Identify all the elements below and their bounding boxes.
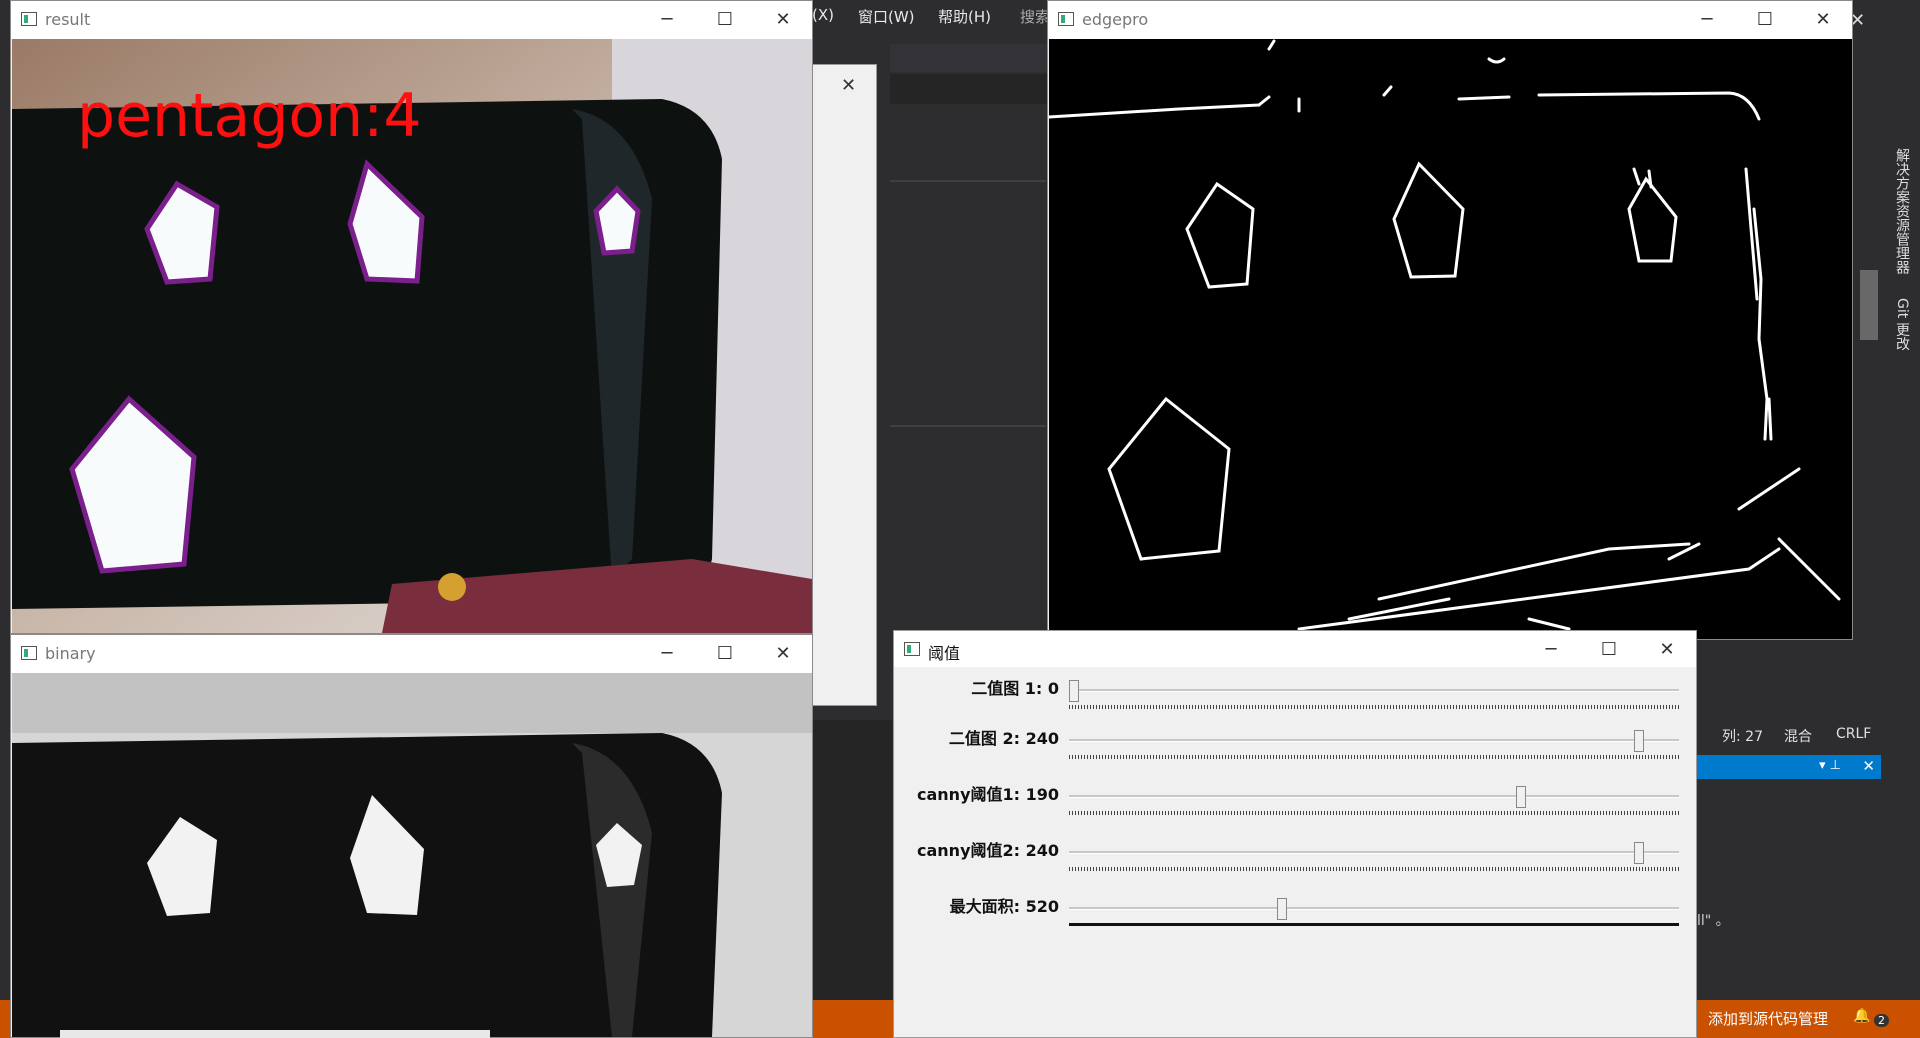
window-app-icon: [1058, 12, 1074, 26]
trackbar-label: canny阈值1: 190: [917, 785, 1059, 804]
ide-divider: [890, 180, 1046, 182]
menu-help[interactable]: 帮助(H): [938, 6, 991, 27]
menu-search[interactable]: 搜索: [1020, 6, 1050, 27]
ide-toolbar: [890, 44, 1050, 72]
maximize-button[interactable]: ☐: [1580, 631, 1638, 669]
binary-title: binary: [45, 644, 96, 663]
edgepro-titlebar[interactable]: edgepro ─ ☐ ✕: [1048, 1, 1852, 39]
minimize-button[interactable]: ─: [1522, 631, 1580, 669]
side-tab-solution-explorer[interactable]: 解决方案资源管理器: [1892, 148, 1912, 274]
pin-icon[interactable]: ▾ ⊥: [1819, 758, 1841, 773]
trackbar-groove[interactable]: [1069, 795, 1679, 798]
scrollbar-thumb[interactable]: [1860, 270, 1878, 340]
bell-icon[interactable]: 🔔: [1853, 1008, 1870, 1024]
trackbar-thumb[interactable]: [1633, 842, 1644, 864]
edgepro-image: [1049, 39, 1852, 639]
status-col: 列: 27: [1722, 729, 1763, 745]
taskbar-scrollbar[interactable]: [60, 1030, 490, 1038]
trackbar-window: 阈值 ─ ☐ ✕ 二值图 1: 0 二值图 2: 240 canny阈值1: 1…: [893, 630, 1697, 1038]
trackbar-canny1[interactable]: canny阈值1: 190: [894, 773, 1699, 823]
close-button[interactable]: ✕: [754, 1, 812, 39]
menu-x[interactable]: (X): [812, 6, 834, 24]
side-tab-git-changes[interactable]: Git 更改: [1892, 298, 1912, 351]
trackbar-groove[interactable]: [1069, 739, 1679, 742]
binary-image: [12, 673, 812, 1037]
source-control-button[interactable]: 添加到源代码管理: [1708, 1008, 1828, 1029]
camera-lens: [438, 573, 466, 601]
close-button[interactable]: ✕: [1638, 631, 1696, 669]
trackbar-ticks: [1069, 705, 1679, 709]
window-app-icon: [21, 646, 37, 660]
side-tab-strip: 解决方案资源管理器 Git 更改: [1884, 140, 1920, 440]
maximize-button[interactable]: ☐: [696, 635, 754, 673]
edgepro-title: edgepro: [1082, 10, 1149, 29]
trackbar-ticks: [1069, 811, 1679, 815]
trackbar-ticks: [1069, 867, 1679, 871]
window-app-icon: [904, 642, 920, 656]
ide-panel: [890, 74, 1050, 104]
trackbar-groove[interactable]: [1069, 851, 1679, 854]
maximize-button[interactable]: ☐: [1736, 1, 1794, 39]
trackbar-label: 二值图 2: 240: [948, 729, 1059, 748]
trackbar-label: canny阈值2: 240: [917, 841, 1059, 860]
trackbar-binary1[interactable]: 二值图 1: 0: [894, 667, 1699, 717]
trackbar-groove[interactable]: [1069, 907, 1679, 910]
minimize-button[interactable]: ─: [1678, 1, 1736, 39]
result-image: pentagon:4: [12, 39, 812, 633]
status-eol: CRLF: [1836, 726, 1872, 742]
trackbar-label: 二值图 1: 0: [971, 679, 1059, 698]
edgepro-window: edgepro ─ ☐ ✕: [1047, 0, 1853, 640]
window-app-icon: [21, 12, 37, 26]
result-title: result: [45, 10, 91, 29]
trackbar-thumb[interactable]: [1069, 680, 1079, 702]
output-panel-header[interactable]: ▾ ⊥ ✕: [1697, 755, 1881, 779]
status-mode: 混合: [1784, 729, 1812, 745]
close-button[interactable]: ✕: [1794, 1, 1852, 39]
maximize-button[interactable]: ☐: [696, 1, 754, 39]
close-icon[interactable]: ✕: [841, 75, 856, 96]
trackbar-thumb[interactable]: [1633, 730, 1644, 752]
close-icon[interactable]: ✕: [1862, 757, 1875, 775]
ide-divider: [890, 425, 1046, 427]
trackbar-titlebar[interactable]: 阈值 ─ ☐ ✕: [894, 631, 1696, 667]
trackbar-area: 二值图 1: 0 二值图 2: 240 canny阈值1: 190 canny阈…: [894, 667, 1698, 1037]
trackbar-thumb[interactable]: [1277, 898, 1287, 920]
menu-window[interactable]: 窗口(W): [858, 6, 915, 27]
trackbar-ticks: [1069, 755, 1679, 759]
binary-window: binary ─ ☐ ✕: [10, 634, 813, 1038]
ide-editor-strip: [812, 720, 892, 1000]
binary-titlebar[interactable]: binary ─ ☐ ✕: [11, 635, 812, 673]
ide-scrollbar[interactable]: [1856, 0, 1884, 710]
minimize-button[interactable]: ─: [638, 635, 696, 673]
result-window: result ─ ☐ ✕ pentagon:4: [10, 0, 813, 634]
trackbar-label: 最大面积: 520: [949, 897, 1059, 916]
trackbar-binary2[interactable]: 二值图 2: 240: [894, 717, 1699, 767]
close-button[interactable]: ✕: [754, 635, 812, 673]
result-titlebar[interactable]: result ─ ☐ ✕: [11, 1, 812, 39]
trackbar-title: 阈值: [928, 644, 961, 663]
trackbar-max-area[interactable]: 最大面积: 520: [894, 885, 1699, 935]
trackbar-canny2[interactable]: canny阈值2: 240: [894, 829, 1699, 879]
trackbar-groove[interactable]: [1069, 689, 1679, 692]
trackbar-thumb[interactable]: [1516, 786, 1527, 808]
trackbar-ticks: [1069, 923, 1679, 926]
minimize-button[interactable]: ─: [638, 1, 696, 39]
background-window: ✕: [812, 64, 877, 706]
notification-count: 2: [1874, 1014, 1889, 1027]
output-snippet: ll" 。: [1697, 913, 1730, 929]
overlay-text: pentagon:4: [77, 81, 422, 151]
